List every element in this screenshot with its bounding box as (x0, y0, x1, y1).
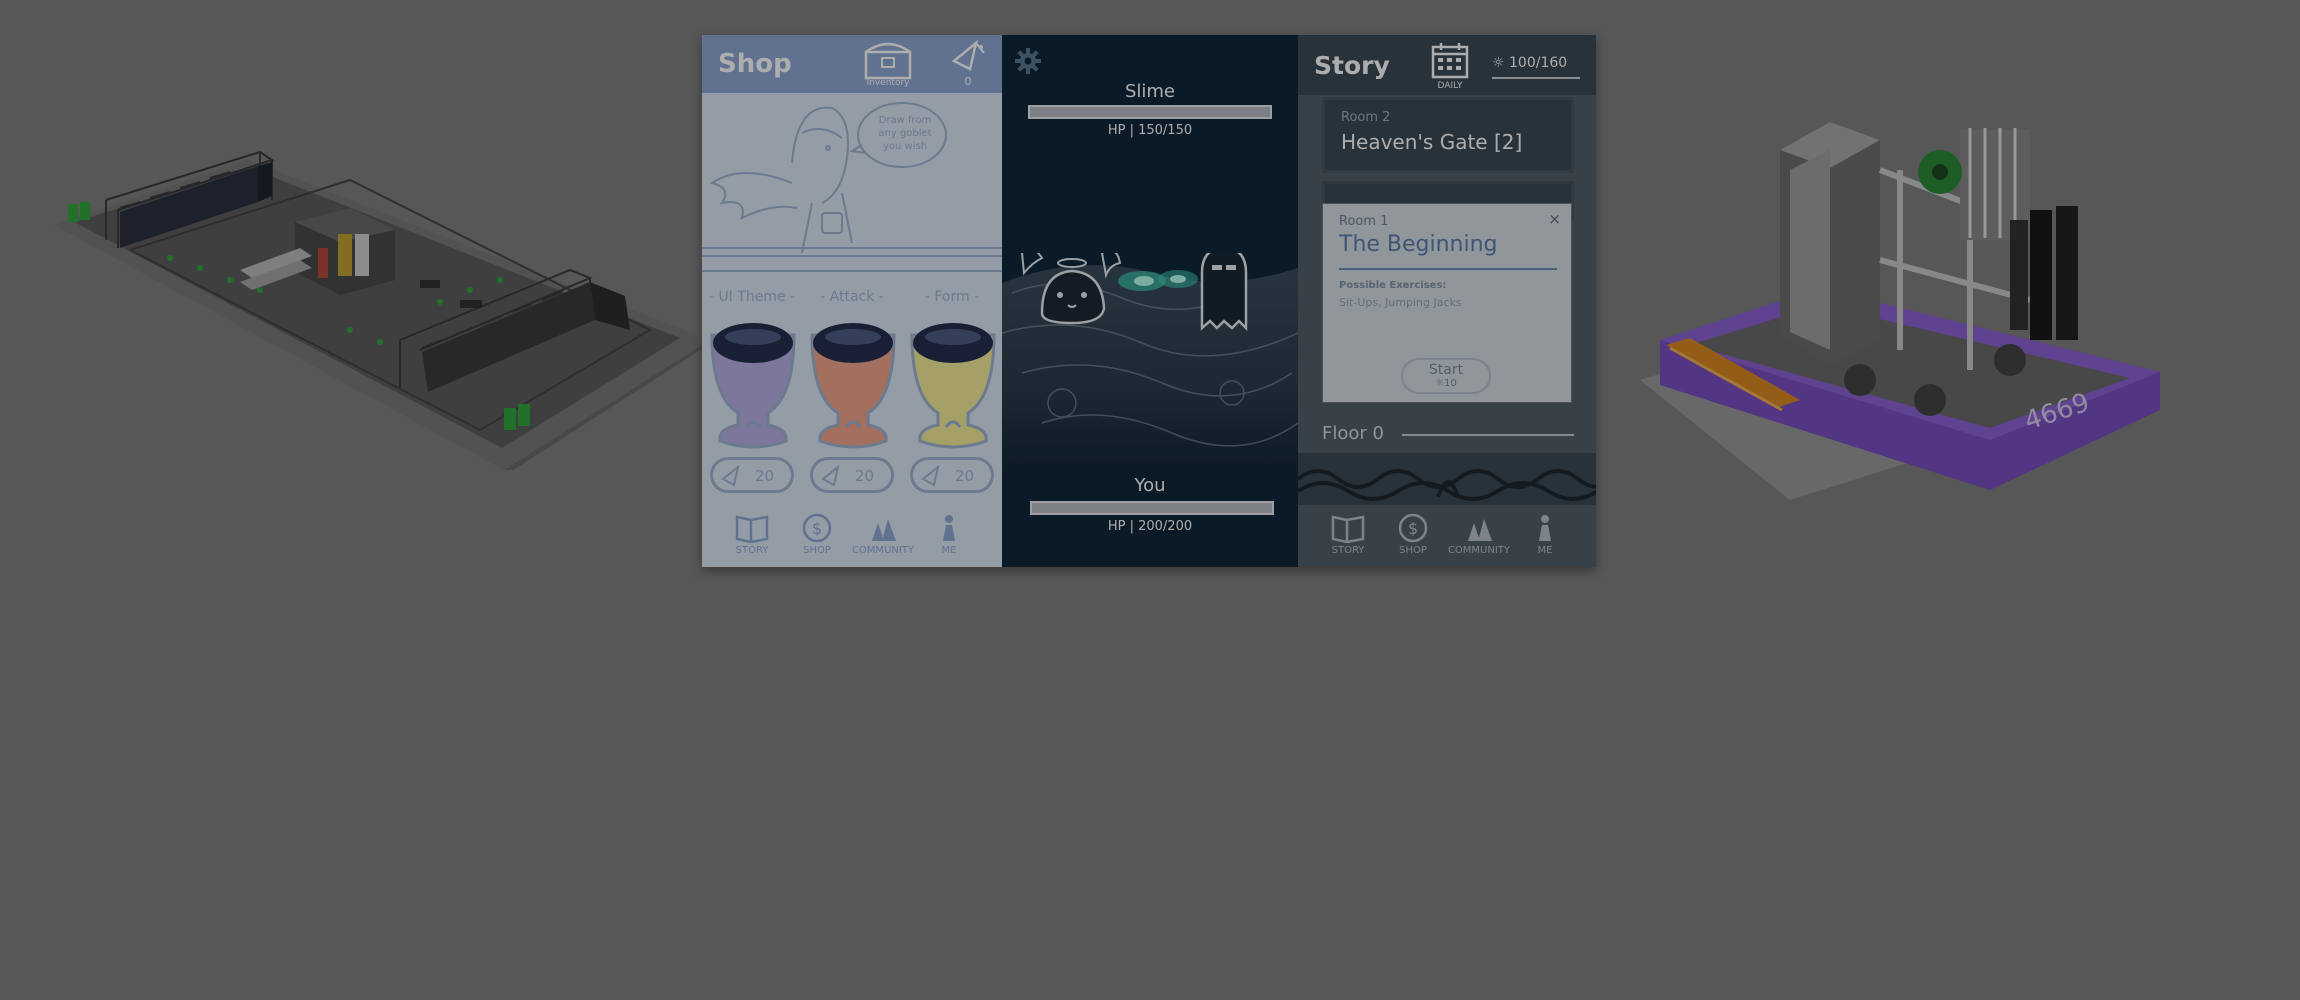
community-icon (872, 519, 896, 541)
bottom-nav: STORY $ SHOP COMMUNITY ME (1298, 505, 1596, 567)
bottom-nav: STORY $ SHOP COMMUNITY ME (702, 505, 1002, 567)
shop-screen: Shop Inventory 0 Draw from any goblet yo… (702, 35, 1002, 567)
arena-render (54, 150, 710, 470)
shop-header: Shop Inventory 0 (702, 35, 1002, 93)
calendar-icon[interactable] (1430, 41, 1470, 79)
speech-line: Draw from (878, 115, 932, 126)
nav-label: SHOP (1399, 545, 1427, 556)
story-screen: Story DAILY ☼ 100/160 Room 2 Heaven's Ga… (1298, 35, 1596, 567)
player-hp-bar (1030, 501, 1274, 515)
floor-divider (1402, 434, 1574, 436)
nav-label: COMMUNITY (851, 545, 915, 556)
dollar-icon: $ (802, 513, 832, 543)
svg-text:$: $ (812, 519, 822, 538)
battle-screen: Slime HP | 150/150 You HP | 200/200 (1002, 35, 1298, 567)
goblet-form[interactable] (908, 317, 998, 449)
energy-counter: ☼ 100/160 (1492, 55, 1567, 71)
speech-line: you wish (882, 141, 928, 152)
nav-community[interactable]: COMMUNITY (848, 513, 918, 556)
draw-button-attack[interactable]: 20 (810, 457, 894, 493)
nav-me[interactable]: ME (1510, 513, 1580, 556)
modal-subtitle: Possible Exercises: (1339, 280, 1447, 291)
nav-label: STORY (735, 545, 769, 556)
speech-bubble: Draw from any goblet you wish (860, 114, 950, 153)
dollar-icon: $ (1398, 513, 1428, 543)
nav-story[interactable]: STORY (1313, 513, 1383, 556)
stage: 4669 Shop Inventory 0 Draw from any gobl… (0, 0, 2300, 1000)
app-screens: Shop Inventory 0 Draw from any goblet yo… (702, 35, 1596, 567)
nav-shop[interactable]: $ SHOP (782, 513, 852, 556)
angel-illustration (702, 102, 1002, 272)
me-icon (943, 515, 955, 541)
goblet-label-attack: - Attack - (820, 289, 884, 305)
daily-label[interactable]: DAILY (1430, 81, 1470, 91)
robot-render: 4669 (1640, 122, 2160, 500)
shard-icon (821, 465, 840, 487)
goblet-attack[interactable] (808, 317, 898, 449)
enemy-name: Slime (1124, 81, 1176, 102)
inventory-chest-icon[interactable] (862, 40, 914, 80)
me-icon (1539, 515, 1551, 541)
shop-title: Shop (718, 49, 792, 79)
price-value: 20 (855, 467, 875, 485)
price-value: 20 (955, 467, 975, 485)
start-cost: ☼10 (1403, 378, 1489, 390)
player-hp-text: HP | 200/200 (1107, 519, 1193, 534)
book-icon (1331, 515, 1365, 543)
player-name: You (1134, 475, 1166, 496)
modal-room-number: Room 1 (1339, 214, 1389, 229)
energy-underline (1492, 77, 1580, 79)
community-icon (1468, 519, 1492, 541)
draw-button-ui-theme[interactable]: 20 (710, 457, 794, 493)
shard-icon (721, 465, 740, 487)
goblet-label-form: - Form - (924, 289, 980, 305)
shard-count: 0 (964, 75, 972, 88)
start-button[interactable]: Start ☼10 (1401, 358, 1491, 394)
story-header: Story DAILY ☼ 100/160 (1298, 35, 1596, 95)
shard-icon (951, 39, 985, 71)
nav-label: ME (1537, 545, 1553, 556)
room-modal: × Room 1 The Beginning Possible Exercise… (1322, 203, 1572, 403)
start-label: Start (1428, 362, 1464, 378)
shard-icon (921, 465, 940, 487)
sun-icon: ☼ (1435, 378, 1445, 389)
start-cost-value: 10 (1444, 378, 1457, 389)
room-number: Room 2 (1341, 110, 1391, 125)
nav-label: SHOP (803, 545, 831, 556)
sun-icon: ☼ (1492, 55, 1505, 71)
inventory-label[interactable]: Inventory (856, 78, 920, 88)
close-icon[interactable]: × (1548, 210, 1561, 228)
nav-label: COMMUNITY (1447, 545, 1511, 556)
room-card-2[interactable]: Room 2 Heaven's Gate [2] (1322, 97, 1574, 173)
draw-button-form[interactable]: 20 (910, 457, 994, 493)
goblet-label-ui-theme: - UI Theme - (708, 289, 796, 305)
battle-scene (1002, 253, 1298, 473)
price-value: 20 (755, 467, 775, 485)
energy-value: 100/160 (1509, 55, 1568, 71)
floor-wave-decoration (1298, 453, 1596, 505)
nav-shop[interactable]: $ SHOP (1378, 513, 1448, 556)
room-title: Heaven's Gate [2] (1341, 130, 1523, 154)
floor-label: Floor 0 (1322, 423, 1384, 444)
nav-me[interactable]: ME (914, 513, 984, 556)
svg-text:$: $ (1408, 519, 1418, 538)
goblet-ui-theme[interactable] (708, 317, 798, 449)
nav-community[interactable]: COMMUNITY (1444, 513, 1514, 556)
nav-story[interactable]: STORY (717, 513, 787, 556)
nav-label: ME (941, 545, 957, 556)
gear-icon[interactable] (1014, 47, 1042, 75)
book-icon (735, 515, 769, 543)
modal-exercises: Sit-Ups, Jumping Jacks (1339, 296, 1462, 309)
modal-title: The Beginning (1339, 232, 1498, 257)
enemy-hp-bar (1028, 105, 1272, 119)
story-title: Story (1314, 51, 1390, 80)
speech-line: any goblet (878, 128, 932, 139)
modal-divider (1339, 268, 1557, 270)
enemy-hp-text: HP | 150/150 (1107, 123, 1193, 138)
nav-label: STORY (1331, 545, 1365, 556)
